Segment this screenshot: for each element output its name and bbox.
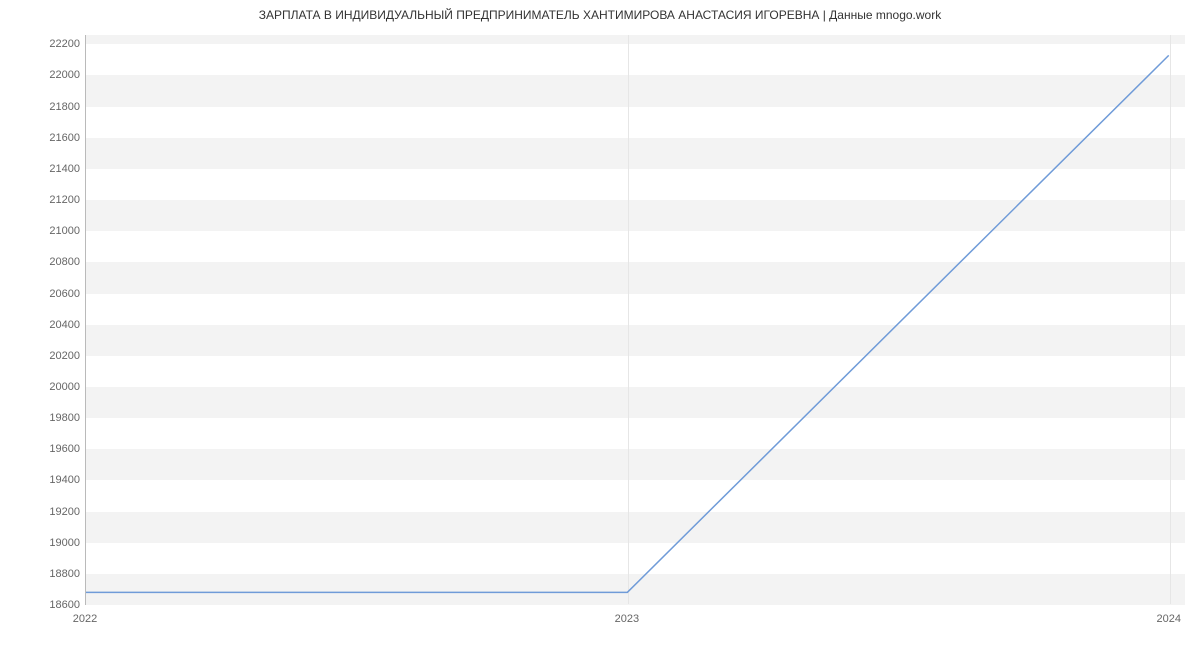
- y-tick-label: 19200: [40, 506, 80, 518]
- y-tick-label: 21600: [40, 132, 80, 144]
- y-tick-label: 20400: [40, 319, 80, 331]
- y-tick-label: 20000: [40, 381, 80, 393]
- y-tick-label: 19000: [40, 537, 80, 549]
- y-tick-label: 21000: [40, 225, 80, 237]
- y-tick-label: 20600: [40, 288, 80, 300]
- y-tick-label: 21400: [40, 163, 80, 175]
- y-tick-label: 19400: [40, 474, 80, 486]
- series-line: [86, 55, 1169, 592]
- y-tick-label: 18800: [40, 568, 80, 580]
- chart-title: ЗАРПЛАТА В ИНДИВИДУАЛЬНЫЙ ПРЕДПРИНИМАТЕЛ…: [0, 8, 1200, 22]
- plot-area: [85, 35, 1185, 605]
- y-tick-label: 21800: [40, 101, 80, 113]
- line-series: [86, 35, 1185, 604]
- y-tick-label: 22200: [40, 38, 80, 50]
- y-tick-label: 19800: [40, 412, 80, 424]
- y-tick-label: 19600: [40, 443, 80, 455]
- y-tick-label: 21200: [40, 194, 80, 206]
- x-tick-label: 2024: [1156, 613, 1180, 625]
- y-tick-label: 22000: [40, 69, 80, 81]
- y-tick-label: 18600: [40, 599, 80, 611]
- x-tick-label: 2023: [615, 613, 639, 625]
- y-tick-label: 20200: [40, 350, 80, 362]
- y-tick-label: 20800: [40, 256, 80, 268]
- x-tick-label: 2022: [73, 613, 97, 625]
